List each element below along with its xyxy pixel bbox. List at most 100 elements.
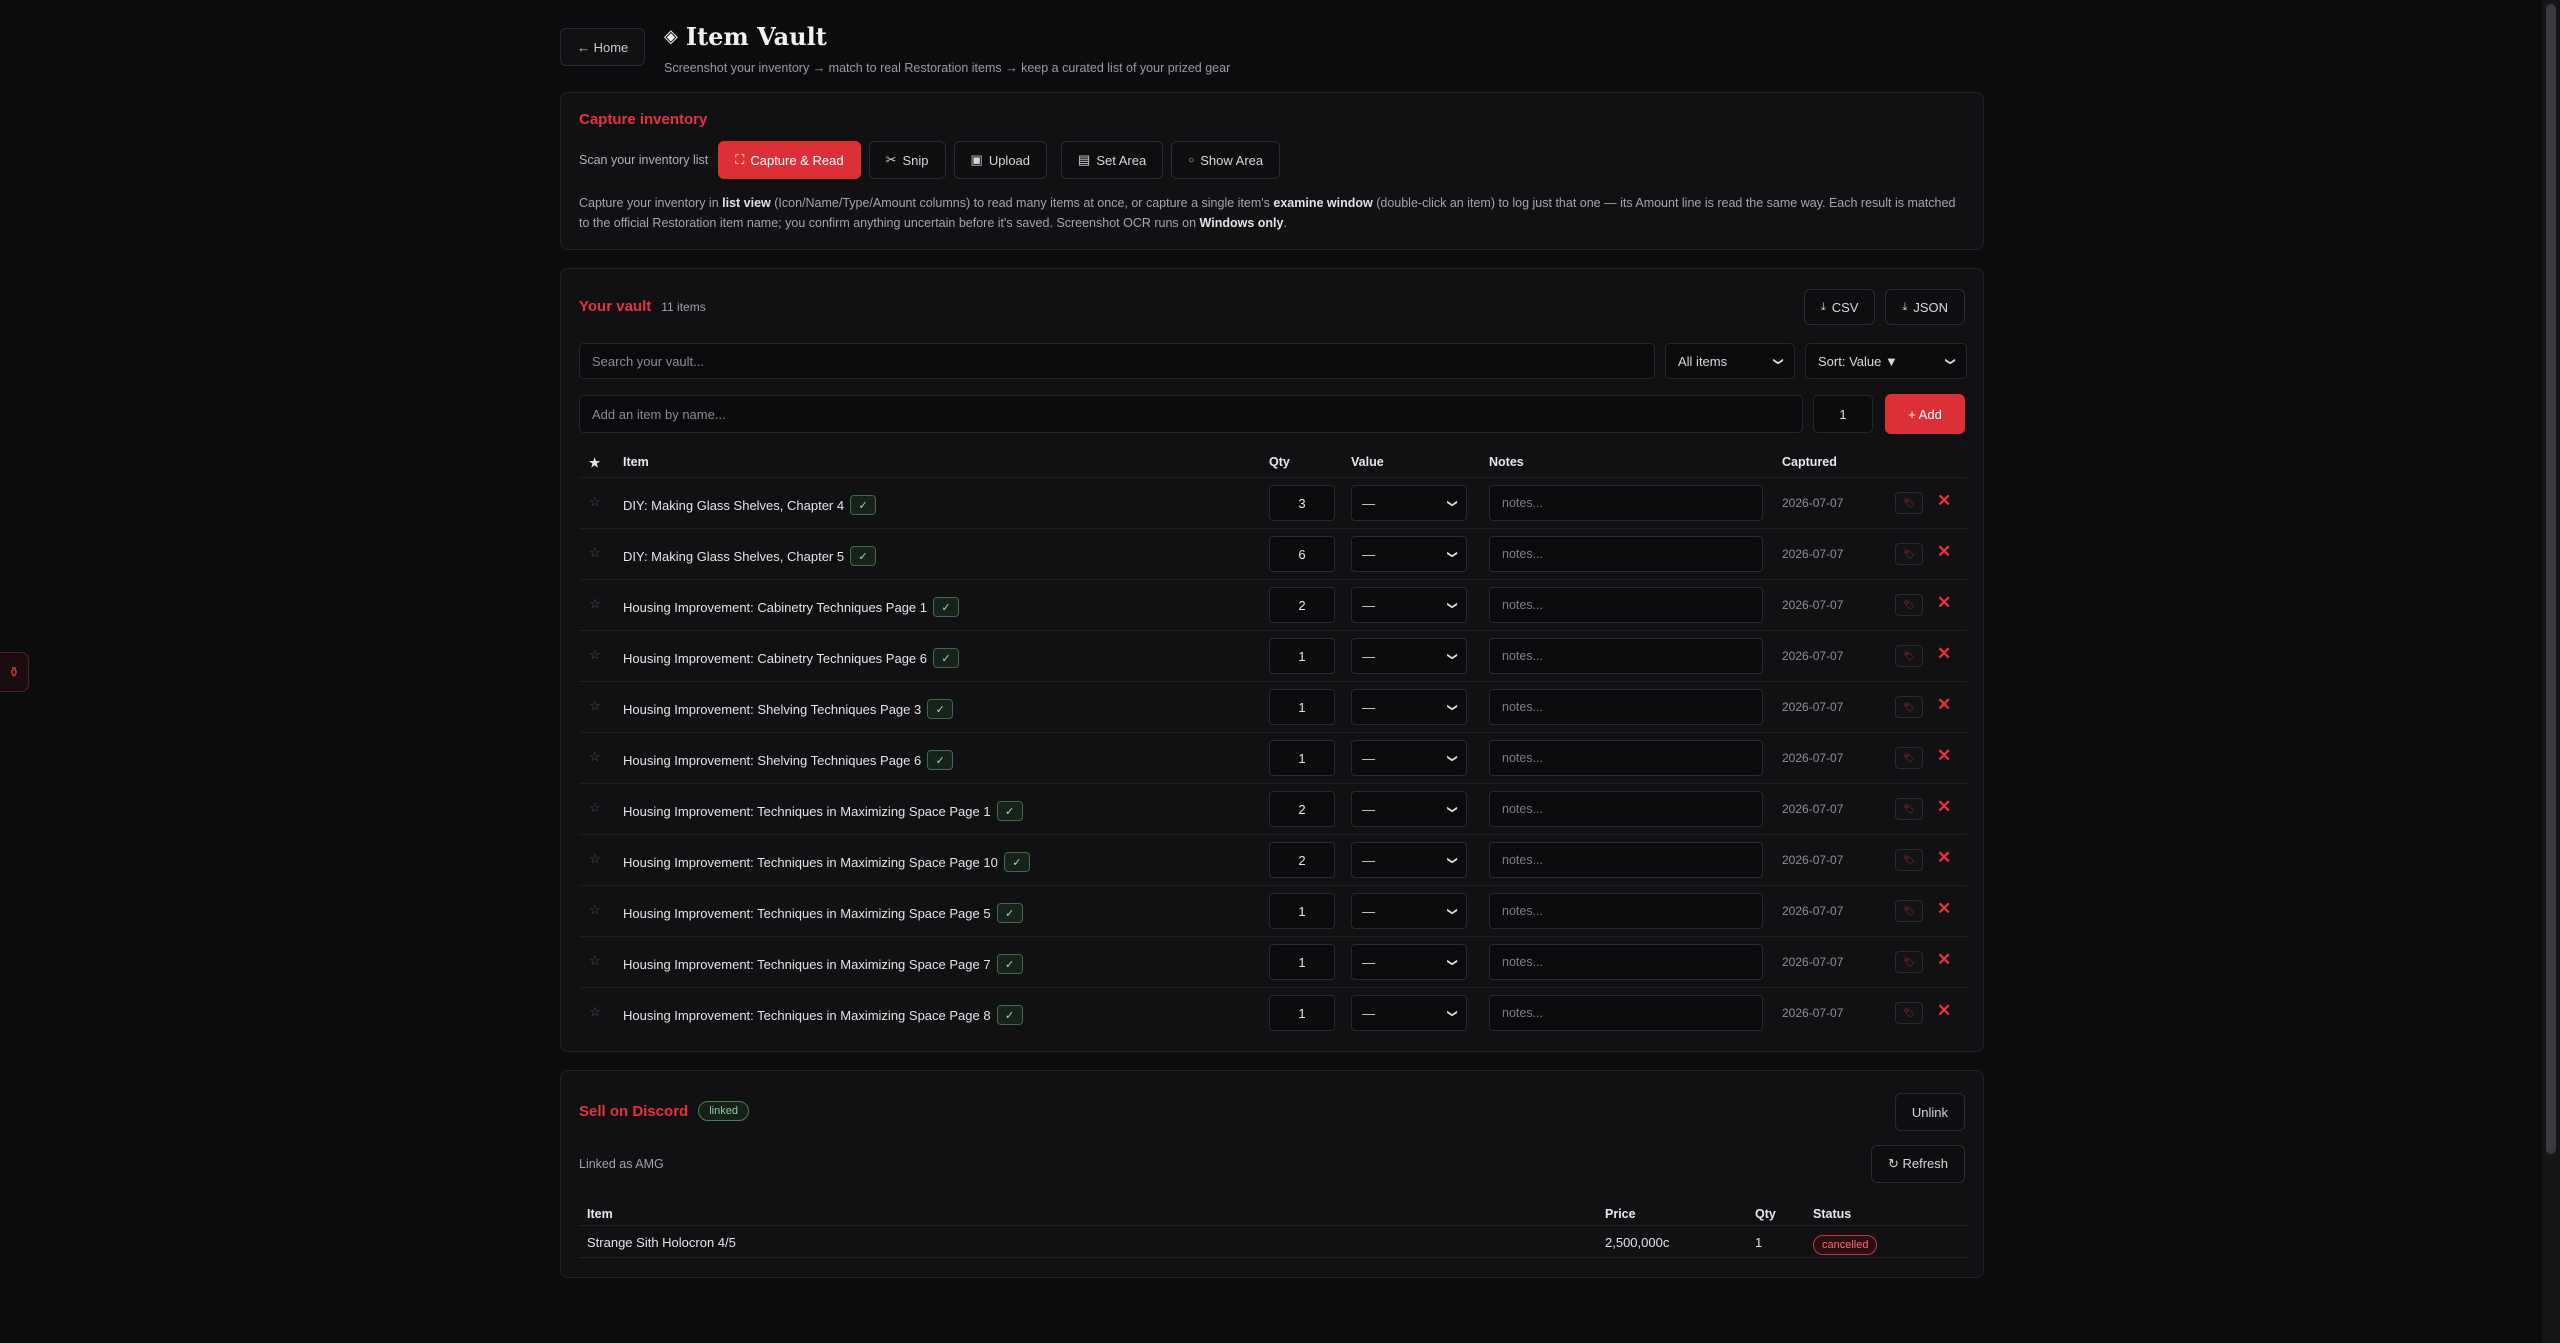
tag-icon[interactable]: 🏷: [1895, 900, 1923, 922]
listing-row: Strange Sith Holocron 4/5 2,500,000c 1 c…: [579, 1227, 1967, 1258]
star-icon[interactable]: ☆: [589, 953, 601, 969]
close-icon[interactable]: ✕: [1937, 797, 1951, 817]
value-select[interactable]: — ❯: [1351, 842, 1467, 878]
star-icon[interactable]: ☆: [589, 494, 601, 510]
notes-input[interactable]: notes...: [1489, 638, 1763, 674]
notes-input[interactable]: notes...: [1489, 587, 1763, 623]
value-select[interactable]: — ❯: [1351, 638, 1467, 674]
star-icon[interactable]: ☆: [589, 698, 601, 714]
close-icon[interactable]: ✕: [1937, 644, 1951, 664]
chevron-down-icon: ❯: [1446, 1008, 1458, 1018]
notes-input[interactable]: notes...: [1489, 842, 1763, 878]
star-icon[interactable]: ☆: [589, 749, 601, 765]
qty-input[interactable]: 2: [1269, 791, 1335, 827]
qty-input[interactable]: 1: [1269, 638, 1335, 674]
col-listing-price: Price: [1605, 1207, 1636, 1221]
notes-input[interactable]: notes...: [1489, 740, 1763, 776]
qty-input[interactable]: 1: [1269, 689, 1335, 725]
add-qty-input[interactable]: 1: [1813, 395, 1873, 433]
close-icon[interactable]: ✕: [1937, 899, 1951, 919]
star-icon[interactable]: ☆: [589, 545, 601, 561]
export-json-button[interactable]: ⤓ JSON: [1885, 289, 1965, 325]
value-select[interactable]: — ❯: [1351, 893, 1467, 929]
notes-input[interactable]: notes...: [1489, 893, 1763, 929]
add-item-button[interactable]: + Add: [1885, 394, 1965, 434]
listing-price: 2,500,000c: [1605, 1235, 1670, 1250]
close-icon[interactable]: ✕: [1937, 848, 1951, 868]
captured-date: 2026-07-07: [1782, 904, 1844, 918]
page-scrollbar[interactable]: [2542, 0, 2560, 1343]
tag-icon[interactable]: 🏷: [1895, 849, 1923, 871]
value-select[interactable]: — ❯: [1351, 944, 1467, 980]
discord-header: Sell on Discord linked: [579, 1101, 749, 1121]
tag-icon[interactable]: 🏷: [1895, 951, 1923, 973]
qty-input[interactable]: 1: [1269, 740, 1335, 776]
tag-icon[interactable]: 🏷: [1895, 645, 1923, 667]
value-select[interactable]: — ❯: [1351, 485, 1467, 521]
tag-icon[interactable]: 🏷: [1895, 594, 1923, 616]
qty-input[interactable]: 3: [1269, 485, 1335, 521]
star-icon[interactable]: ☆: [589, 851, 601, 867]
side-panel-toggle[interactable]: ⚱: [0, 652, 29, 692]
value-select[interactable]: — ❯: [1351, 791, 1467, 827]
notes-input[interactable]: notes...: [1489, 536, 1763, 572]
notes-input[interactable]: notes...: [1489, 791, 1763, 827]
value-select[interactable]: — ❯: [1351, 995, 1467, 1031]
close-icon[interactable]: ✕: [1937, 746, 1951, 766]
star-icon[interactable]: ☆: [589, 596, 601, 612]
sort-select[interactable]: Sort: Value ▼ ❯: [1805, 343, 1967, 379]
close-icon[interactable]: ✕: [1937, 593, 1951, 613]
show-area-button[interactable]: ○ Show Area: [1171, 141, 1281, 179]
qty-input[interactable]: 1: [1269, 995, 1335, 1031]
qty-input[interactable]: 2: [1269, 587, 1335, 623]
snip-button[interactable]: ✂ Snip: [868, 141, 946, 179]
capture-read-button[interactable]: ⛶ Capture & Read: [718, 141, 861, 179]
star-icon[interactable]: ☆: [589, 800, 601, 816]
qty-input[interactable]: 1: [1269, 944, 1335, 980]
star-icon[interactable]: ☆: [589, 1004, 601, 1020]
col-star[interactable]: ★: [589, 455, 600, 470]
home-button[interactable]: ← Home: [560, 28, 646, 66]
tag-icon[interactable]: 🏷: [1895, 492, 1923, 514]
close-icon[interactable]: ✕: [1937, 950, 1951, 970]
item-name: Housing Improvement: Techniques in Maxim…: [623, 956, 991, 972]
star-icon[interactable]: ☆: [589, 902, 601, 918]
qty-input[interactable]: 1: [1269, 893, 1335, 929]
value-select[interactable]: — ❯: [1351, 587, 1467, 623]
item-name-cell: Housing Improvement: Cabinetry Technique…: [623, 597, 959, 617]
discord-title: Sell on Discord: [579, 1102, 689, 1120]
star-icon[interactable]: ☆: [589, 647, 601, 663]
tag-icon[interactable]: 🏷: [1895, 1002, 1923, 1024]
qty-input[interactable]: 2: [1269, 842, 1335, 878]
close-icon[interactable]: ✕: [1937, 1001, 1951, 1021]
unlink-button[interactable]: Unlink: [1894, 1093, 1965, 1131]
close-icon[interactable]: ✕: [1937, 491, 1951, 511]
vault-header: Your vault 11 items: [579, 298, 706, 315]
notes-input[interactable]: notes...: [1489, 689, 1763, 725]
notes-input[interactable]: notes...: [1489, 944, 1763, 980]
set-area-button[interactable]: ▤ Set Area: [1061, 141, 1164, 179]
tag-icon[interactable]: 🏷: [1895, 543, 1923, 565]
tag-icon[interactable]: 🏷: [1895, 696, 1923, 718]
notes-input[interactable]: notes...: [1489, 995, 1763, 1031]
close-icon[interactable]: ✕: [1937, 695, 1951, 715]
item-name-cell: Housing Improvement: Techniques in Maxim…: [623, 903, 1023, 923]
col-value: Value: [1351, 455, 1384, 469]
tag-icon[interactable]: 🏷: [1895, 747, 1923, 769]
filter-select[interactable]: All items ❯: [1665, 343, 1795, 379]
value-select[interactable]: — ❯: [1351, 536, 1467, 572]
value-select[interactable]: — ❯: [1351, 740, 1467, 776]
notes-input[interactable]: notes...: [1489, 485, 1763, 521]
add-item-input[interactable]: Add an item by name...: [579, 395, 1803, 433]
vault-search-input[interactable]: Search your vault...: [579, 343, 1655, 379]
value-select[interactable]: — ❯: [1351, 689, 1467, 725]
item-name: Housing Improvement: Techniques in Maxim…: [623, 854, 998, 870]
export-csv-button[interactable]: ⤓ CSV: [1803, 289, 1876, 325]
refresh-button[interactable]: ↻ Refresh: [1870, 1145, 1965, 1183]
upload-button[interactable]: ▣ Upload: [953, 141, 1048, 179]
qty-input[interactable]: 6: [1269, 536, 1335, 572]
close-icon[interactable]: ✕: [1937, 542, 1951, 562]
tag-icon[interactable]: 🏷: [1895, 798, 1923, 820]
capture-read-label: Capture & Read: [750, 152, 844, 168]
scrollbar-thumb[interactable]: [2546, 4, 2556, 1154]
